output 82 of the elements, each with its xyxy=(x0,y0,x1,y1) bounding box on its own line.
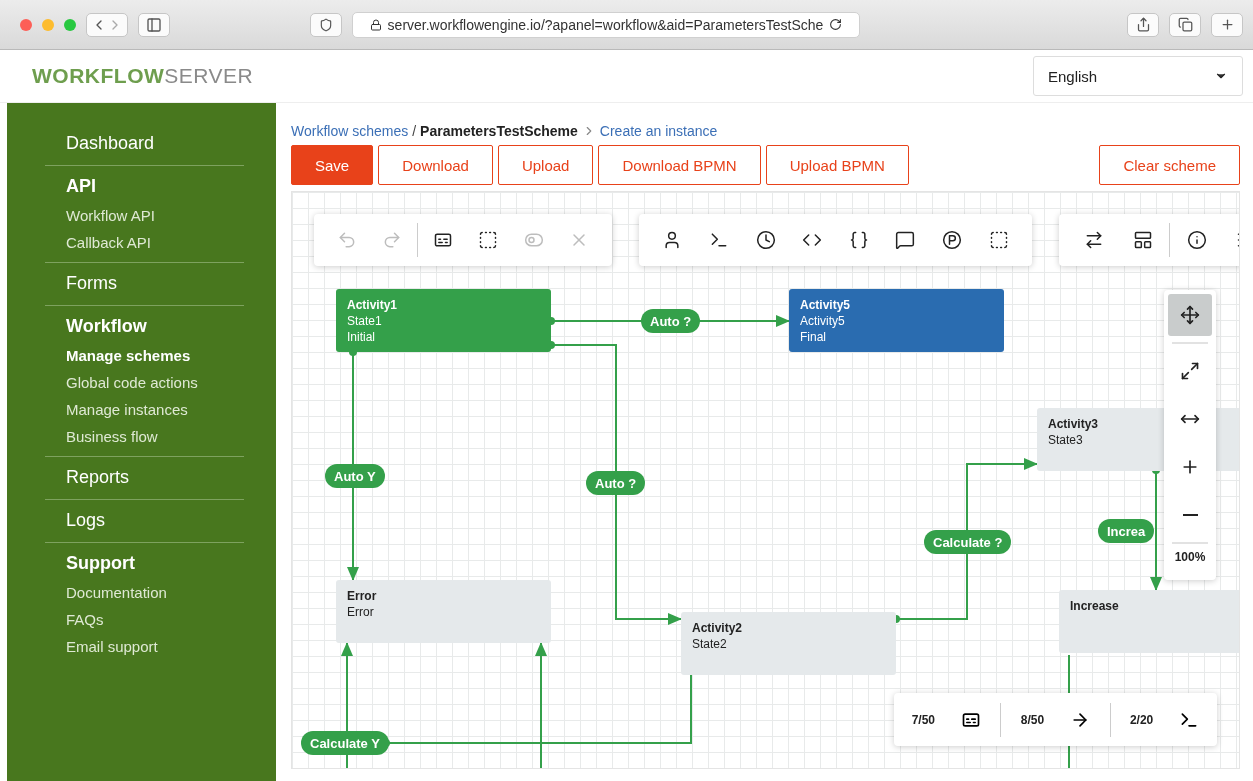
braces-icon xyxy=(848,230,869,250)
sidebar-item[interactable]: FAQs xyxy=(66,611,244,628)
activity-text: State3 xyxy=(1048,433,1083,447)
activity-title: Increase xyxy=(1070,599,1119,613)
breadcrumb-separator: / xyxy=(412,123,417,139)
tabs-icon xyxy=(1177,17,1193,32)
sidebar-section-title[interactable]: API xyxy=(66,176,244,197)
activity-title: Activity5 xyxy=(800,298,851,312)
transition-label[interactable]: Increa xyxy=(1098,519,1155,543)
activity-text: Initial xyxy=(347,330,375,344)
sidebar-item[interactable]: Documentation xyxy=(66,584,244,601)
sidebar-section-title[interactable]: Reports xyxy=(66,467,244,488)
reload-icon[interactable] xyxy=(829,18,843,31)
sidebar-item[interactable]: Manage instances xyxy=(66,401,244,418)
action-button[interactable]: Save xyxy=(291,145,374,185)
dashed-box-icon xyxy=(478,230,499,250)
action-button[interactable]: Upload BPMN xyxy=(765,145,909,185)
sidebar-item[interactable]: Global code actions xyxy=(66,374,244,391)
layout-icon xyxy=(1132,230,1153,250)
new-tab-button[interactable] xyxy=(1211,12,1243,37)
counter-value: 8/50 xyxy=(1020,712,1045,727)
sidebar-section-title[interactable]: Logs xyxy=(66,510,244,531)
action-button[interactable]: Upload xyxy=(497,145,594,185)
activity-title: Error xyxy=(347,589,377,603)
transition-label[interactable]: Calculate Y xyxy=(301,731,389,755)
plus-icon xyxy=(1219,17,1235,32)
activity-text: State2 xyxy=(692,637,727,651)
breadcrumb-link[interactable]: Workflow schemes xyxy=(291,123,409,139)
lock-icon xyxy=(369,18,382,31)
toggle-icon xyxy=(523,230,544,250)
activity-text: Error xyxy=(347,605,374,619)
logo[interactable]: WORKFLOWSERVER xyxy=(32,64,254,88)
clock-icon xyxy=(755,230,776,250)
transition-label[interactable]: Auto Y xyxy=(325,464,385,488)
counter-value: 7/50 xyxy=(911,712,936,727)
activity-text: Activity5 xyxy=(800,314,845,328)
sidebar-section-title[interactable]: Workflow xyxy=(66,316,244,337)
counter-value: 2/20 xyxy=(1129,712,1154,727)
sidebar-item[interactable]: Manage schemes xyxy=(66,347,244,364)
create-instance-link[interactable]: Create an instance xyxy=(599,123,718,139)
activity-title: Activity1 xyxy=(347,298,398,312)
shield-button[interactable] xyxy=(310,12,342,37)
language-select[interactable]: English xyxy=(1033,56,1243,96)
activity-title: Activity3 xyxy=(1048,417,1099,431)
breadcrumb-current: ParametersTestScheme xyxy=(420,123,578,139)
action-button[interactable]: Download xyxy=(378,145,493,185)
zoom-level: 100% xyxy=(1174,550,1206,564)
sidebar-section-title[interactable]: Forms xyxy=(66,273,244,294)
activity-node[interactable]: Activity1 State1 Initial xyxy=(336,289,551,352)
text-box-icon xyxy=(432,230,453,250)
sidebar-section-title[interactable]: Dashboard xyxy=(66,133,244,154)
shield-icon xyxy=(319,17,333,32)
transition-label[interactable]: Auto ? xyxy=(641,309,701,333)
activity-node[interactable]: Activity5 Activity5 Final xyxy=(789,289,1004,352)
activity-title: Activity2 xyxy=(692,621,743,635)
sidebar-item[interactable]: Business flow xyxy=(66,428,244,445)
zoom-tool-button[interactable] xyxy=(1168,294,1212,336)
parameter-icon xyxy=(942,230,963,250)
sidebar-item[interactable]: Callback API xyxy=(66,234,244,251)
comment-icon xyxy=(895,230,916,250)
activity-text: State1 xyxy=(347,314,382,328)
move-icon xyxy=(1180,305,1200,325)
sidebar-section-title[interactable]: Support xyxy=(66,553,244,574)
sidebar-item[interactable]: Workflow API xyxy=(66,207,244,224)
share-button[interactable] xyxy=(1127,12,1159,37)
transition-label[interactable]: Calculate ? xyxy=(924,530,1012,554)
info-icon xyxy=(1186,230,1207,250)
activity-node[interactable]: Activity2 State2 xyxy=(681,612,896,675)
address-bar[interactable]: server.workflowengine.io/?apanel=workflow&aid=ParametersTestSche xyxy=(352,11,860,38)
share-icon xyxy=(1135,17,1151,32)
dashed-area-icon xyxy=(988,230,1009,250)
transition-label[interactable]: Auto ? xyxy=(586,471,646,495)
sidebar-toggle-button[interactable] xyxy=(138,12,170,37)
activity-node[interactable]: Error Error xyxy=(336,580,551,643)
sidebar-icon xyxy=(146,16,162,33)
activity-node[interactable]: Increase xyxy=(1059,590,1239,653)
tabs-button[interactable] xyxy=(1169,12,1201,37)
sidebar-item[interactable]: Email support xyxy=(66,638,244,655)
action-button[interactable]: Clear scheme xyxy=(1099,145,1240,185)
action-button[interactable]: Download BPMN xyxy=(598,145,761,185)
activity-text: Final xyxy=(800,330,826,344)
expand-icon xyxy=(1180,361,1200,381)
